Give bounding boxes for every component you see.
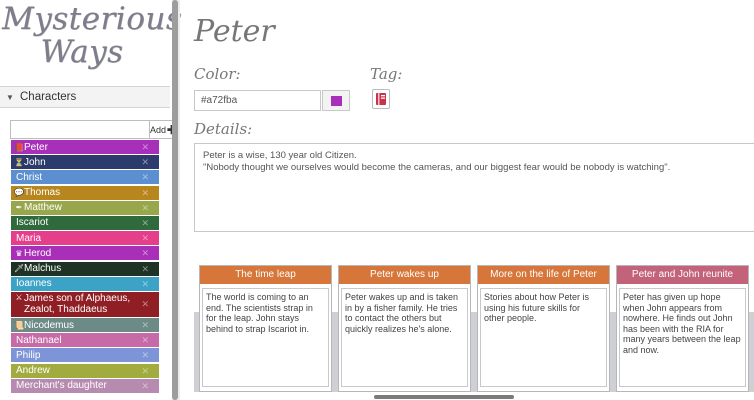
speech-bubble-icon: 💬 — [14, 188, 24, 198]
character-item[interactable]: 💬 Thomas ✕ — [11, 185, 159, 200]
character-name: Merchant's daughter — [16, 380, 107, 392]
character-name: Herod — [24, 247, 52, 259]
details-textarea[interactable]: Peter is a wise, 130 year old Citizen. "… — [194, 143, 754, 232]
character-item[interactable]: 🗡 Malchus ✕ — [11, 261, 159, 276]
details-label: Details: — [194, 120, 253, 138]
remove-character-icon[interactable]: ✕ — [141, 348, 149, 362]
card-title[interactable]: Peter and John reunite — [617, 266, 748, 284]
timeline-card[interactable]: Peter wakes up Peter wakes up and is take… — [338, 265, 471, 392]
character-item[interactable]: ♛ Herod ✕ — [11, 246, 159, 261]
app-title-line2: Ways — [40, 34, 124, 70]
character-item[interactable]: Maria ✕ — [11, 231, 159, 246]
book-icon — [376, 93, 386, 105]
remove-character-icon[interactable]: ✕ — [141, 155, 149, 169]
character-item[interactable]: Ioannes ✕ — [11, 276, 159, 291]
crossed-swords-icon: ⚔ — [15, 292, 23, 302]
details-line-1: Peter is a wise, 130 year old Citizen. — [203, 150, 357, 161]
character-name: Christ — [16, 171, 43, 183]
remove-character-icon[interactable]: ✕ — [141, 140, 149, 154]
divider — [178, 0, 180, 400]
details-line-2: "Nobody thought we ourselves would becom… — [203, 162, 671, 173]
character-name-title[interactable]: Peter — [194, 14, 275, 49]
character-item[interactable]: Andrew ✕ — [11, 363, 159, 378]
character-item[interactable]: Christ ✕ — [11, 170, 159, 185]
card-body[interactable]: Peter wakes up and is taken in by a fish… — [341, 288, 468, 387]
sword-icon: 🗡 — [14, 264, 25, 273]
character-item[interactable]: Iscariot ✕ — [11, 215, 159, 230]
character-name: Andrew — [16, 365, 50, 377]
timeline-scrollbar[interactable] — [374, 395, 514, 399]
sidebar: Mysterious Ways ▼ Characters Add✚ 📕Peter… — [0, 0, 183, 400]
remove-character-icon[interactable]: ✕ — [141, 364, 149, 378]
character-item[interactable]: ⚔ James son of Alphaeus, Zealot, Thaddaeu… — [11, 291, 159, 317]
tag-label: Tag: — [370, 65, 403, 83]
remove-character-icon[interactable]: ✕ — [141, 292, 149, 317]
character-name: Peter — [24, 141, 48, 153]
character-name: Malchus — [24, 263, 62, 274]
app-title-line1: Mysterious — [2, 1, 183, 37]
remove-character-icon[interactable]: ✕ — [141, 186, 149, 200]
crown-icon: ♛ — [15, 248, 23, 258]
color-swatch — [330, 95, 342, 106]
character-item[interactable]: Merchant's daughter ✕ — [11, 378, 159, 393]
card-body[interactable]: Stories about how Peter is using his fut… — [480, 288, 607, 387]
remove-character-icon[interactable]: ✕ — [141, 379, 149, 393]
character-item[interactable]: ⏳ John ✕ — [11, 155, 159, 170]
card-title[interactable]: The time leap — [200, 266, 331, 284]
timeline-card[interactable]: The time leap The world is coming to an e… — [199, 265, 332, 392]
timeline-card[interactable]: Peter and John reunite Peter has given up… — [616, 265, 749, 392]
remove-character-icon[interactable]: ✕ — [141, 246, 149, 260]
remove-character-icon[interactable]: ✕ — [141, 201, 149, 215]
book-icon: 📕 — [14, 142, 24, 152]
card-title[interactable]: More on the life of Peter — [478, 266, 609, 284]
remove-character-icon[interactable]: ✕ — [141, 318, 149, 332]
character-name: John — [24, 156, 46, 168]
remove-character-icon[interactable]: ✕ — [141, 262, 149, 276]
characters-panel-label: Characters — [20, 91, 77, 103]
character-name: Nicodemus — [24, 319, 75, 331]
color-picker-button[interactable] — [322, 90, 350, 111]
remove-character-icon[interactable]: ✕ — [141, 170, 149, 184]
color-label: Color: — [194, 65, 241, 83]
tag-selector-button[interactable] — [372, 89, 390, 109]
remove-character-icon[interactable]: ✕ — [141, 216, 149, 230]
character-list: 📕 Peter ✕ ⏳ John ✕ Christ ✕ 💬 Thomas ✕ ✒ Matthew ✕ Isc… — [11, 140, 159, 394]
chevron-down-icon: ▼ — [6, 92, 14, 102]
character-item[interactable]: ✒ Matthew ✕ — [11, 200, 159, 215]
character-item[interactable]: Philip ✕ — [11, 348, 159, 363]
character-item[interactable]: 📕 Peter ✕ — [11, 140, 159, 154]
card-body[interactable]: The world is coming to an end. The scien… — [202, 288, 329, 387]
character-name: Ioannes — [16, 278, 52, 290]
remove-character-icon[interactable]: ✕ — [141, 231, 149, 245]
timeline-card[interactable]: More on the life of Peter Stories about h… — [477, 265, 610, 392]
character-name: Matthew — [24, 202, 62, 214]
character-item[interactable]: Nathanael ✕ — [11, 333, 159, 348]
color-hex-input[interactable]: #a72fba — [194, 90, 321, 111]
characters-panel-header[interactable]: ▼ Characters — [0, 86, 170, 108]
character-name: James son of Alphaeus, Zealot, Thaddaeus — [24, 292, 131, 315]
new-character-input[interactable] — [10, 120, 150, 139]
add-character-row: Add✚ — [10, 120, 179, 139]
hourglass-icon: ⏳ — [14, 157, 24, 167]
character-item[interactable]: 📜 Nicodemus ✕ — [11, 318, 159, 333]
character-name: Maria — [16, 232, 42, 244]
scroll-icon: 📜 — [14, 320, 24, 330]
card-title[interactable]: Peter wakes up — [339, 266, 470, 284]
pen-icon: ✒ — [15, 203, 23, 213]
character-name: Iscariot — [16, 217, 49, 229]
character-name: Philip — [16, 349, 41, 361]
add-button-label: Add — [150, 124, 167, 135]
remove-character-icon[interactable]: ✕ — [141, 333, 149, 347]
character-name: Thomas — [24, 187, 61, 199]
card-body[interactable]: Peter has given up hope when John appear… — [619, 288, 746, 387]
remove-character-icon[interactable]: ✕ — [141, 277, 149, 291]
character-name: Nathanael — [16, 334, 62, 346]
